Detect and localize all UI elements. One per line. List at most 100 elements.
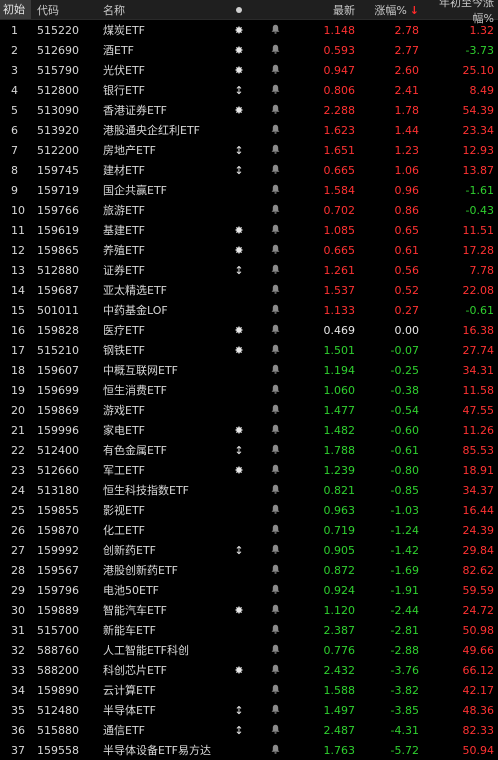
bell-icon[interactable] <box>257 664 293 677</box>
bell-icon[interactable] <box>257 624 293 637</box>
table-row[interactable]: 10 159766 旅游ETF 0.702 0.86 -0.43 <box>0 200 498 220</box>
bell-icon[interactable] <box>257 204 293 217</box>
table-row[interactable]: 21 159996 家电ETF ✸ 1.482 -0.60 11.26 <box>0 420 498 440</box>
column-header-mark[interactable] <box>221 3 257 16</box>
change-percent: -0.60 <box>390 423 419 437</box>
bell-icon[interactable] <box>257 544 293 557</box>
table-row[interactable]: 7 512200 房地产ETF ↕ 1.651 1.23 12.93 <box>0 140 498 160</box>
column-header-change[interactable]: 涨幅% ↓ <box>355 2 419 18</box>
bell-icon[interactable] <box>257 44 293 57</box>
bell-icon[interactable] <box>257 744 293 757</box>
bell-icon[interactable] <box>257 144 293 157</box>
table-row[interactable]: 25 159855 影视ETF 0.963 -1.03 16.44 <box>0 500 498 520</box>
table-row[interactable]: 16 159828 医疗ETF ✸ 0.469 0.00 16.38 <box>0 320 498 340</box>
bell-icon[interactable] <box>257 344 293 357</box>
ytd-change-percent: 24.39 <box>462 523 495 537</box>
bell-icon[interactable] <box>257 244 293 257</box>
bell-icon[interactable] <box>257 424 293 437</box>
bell-icon[interactable] <box>257 524 293 537</box>
bell-icon[interactable] <box>257 184 293 197</box>
table-row[interactable]: 33 588200 科创芯片ETF ✸ 2.432 -3.76 66.12 <box>0 660 498 680</box>
table-row[interactable]: 22 512400 有色金属ETF ↕ 1.788 -0.61 85.53 <box>0 440 498 460</box>
row-index: 16 <box>11 323 25 337</box>
table-row[interactable]: 18 159607 中概互联网ETF 1.194 -0.25 34.31 <box>0 360 498 380</box>
table-row[interactable]: 12 159865 养殖ETF ✸ 0.665 0.61 17.28 <box>0 240 498 260</box>
bell-icon[interactable] <box>257 224 293 237</box>
change-percent: 0.56 <box>394 263 420 277</box>
bell-icon[interactable] <box>257 164 293 177</box>
latest-price: 2.387 <box>323 623 356 637</box>
table-row[interactable]: 32 588760 人工智能ETF科创 0.776 -2.88 49.66 <box>0 640 498 660</box>
table-row[interactable]: 4 512800 银行ETF ↕ 0.806 2.41 8.49 <box>0 80 498 100</box>
table-row[interactable]: 9 159719 国企共赢ETF 1.584 0.96 -1.61 <box>0 180 498 200</box>
column-header-ytd-change[interactable]: 年初至今涨幅% <box>419 0 498 26</box>
bell-icon[interactable] <box>257 64 293 77</box>
bell-icon[interactable] <box>257 264 293 277</box>
latest-price: 0.806 <box>323 83 356 97</box>
bell-icon[interactable] <box>257 464 293 477</box>
bell-icon[interactable] <box>257 324 293 337</box>
bell-icon[interactable] <box>257 24 293 37</box>
table-row[interactable]: 26 159870 化工ETF 0.719 -1.24 24.39 <box>0 520 498 540</box>
table-body: 1 515220 煤炭ETF ✸ 1.148 2.78 1.32 2 512690 酒ETF ✸ 0.… <box>0 20 498 760</box>
bell-icon[interactable] <box>257 684 293 697</box>
table-row[interactable]: 14 159687 亚太精选ETF 1.537 0.52 22.08 <box>0 280 498 300</box>
table-row[interactable]: 37 159558 半导体设备ETF易方达 1.763 -5.72 50.94 <box>0 740 498 760</box>
table-row[interactable]: 11 159619 基建ETF ✸ 1.085 0.65 11.51 <box>0 220 498 240</box>
table-row[interactable]: 27 159992 创新药ETF ↕ 0.905 -1.42 29.84 <box>0 540 498 560</box>
bell-icon[interactable] <box>257 484 293 497</box>
column-header-name[interactable]: 名称 <box>103 2 221 18</box>
bell-icon[interactable] <box>257 104 293 117</box>
initial-sort-button[interactable]: 初始 <box>0 0 31 19</box>
ytd-change-percent: -3.73 <box>465 43 494 57</box>
table-row[interactable]: 34 159890 云计算ETF 1.588 -3.82 42.17 <box>0 680 498 700</box>
table-row[interactable]: 5 513090 香港证券ETF ✸ 2.288 1.78 54.39 <box>0 100 498 120</box>
bell-icon[interactable] <box>257 364 293 377</box>
bell-icon[interactable] <box>257 124 293 137</box>
table-row[interactable]: 15 501011 中药基金LOF 1.133 0.27 -0.61 <box>0 300 498 320</box>
bell-icon[interactable] <box>257 584 293 597</box>
table-row[interactable]: 19 159699 恒生消费ETF 1.060 -0.38 11.58 <box>0 380 498 400</box>
table-row[interactable]: 6 513920 港股通央企红利ETF 1.623 1.44 23.34 <box>0 120 498 140</box>
table-row[interactable]: 31 515700 新能车ETF 2.387 -2.81 50.98 <box>0 620 498 640</box>
table-row[interactable]: 24 513180 恒生科技指数ETF 0.821 -0.85 34.37 <box>0 480 498 500</box>
column-header-price[interactable]: 最新 <box>293 2 355 18</box>
bell-icon[interactable] <box>257 644 293 657</box>
table-row[interactable]: 29 159796 电池50ETF 0.924 -1.91 59.59 <box>0 580 498 600</box>
bell-icon[interactable] <box>257 84 293 97</box>
latest-price: 0.821 <box>323 483 356 497</box>
table-row[interactable]: 13 512880 证券ETF ↕ 1.261 0.56 7.78 <box>0 260 498 280</box>
fund-code: 588760 <box>37 643 79 657</box>
bell-icon[interactable] <box>257 504 293 517</box>
bell-icon[interactable] <box>257 704 293 717</box>
table-row[interactable]: 3 515790 光伏ETF ✸ 0.947 2.60 25.10 <box>0 60 498 80</box>
table-row[interactable]: 23 512660 军工ETF ✸ 1.239 -0.80 18.91 <box>0 460 498 480</box>
bell-icon[interactable] <box>257 304 293 317</box>
table-row[interactable]: 28 159567 港股创新药ETF 0.872 -1.69 82.62 <box>0 560 498 580</box>
bell-icon[interactable] <box>257 404 293 417</box>
bell-icon[interactable] <box>257 564 293 577</box>
column-header-code[interactable]: 代码 <box>37 2 103 18</box>
bell-icon[interactable] <box>257 444 293 457</box>
sparkle-icon: ✸ <box>234 23 244 37</box>
bell-icon[interactable] <box>257 724 293 737</box>
table-row[interactable]: 8 159745 建材ETF ↕ 0.665 1.06 13.87 <box>0 160 498 180</box>
change-percent: -1.91 <box>390 583 419 597</box>
table-row[interactable]: 20 159869 游戏ETF 1.477 -0.54 47.55 <box>0 400 498 420</box>
table-row[interactable]: 36 515880 通信ETF ↕ 2.487 -4.31 82.33 <box>0 720 498 740</box>
table-row[interactable]: 17 515210 钢铁ETF ✸ 1.501 -0.07 27.74 <box>0 340 498 360</box>
fund-code: 159890 <box>37 683 79 697</box>
bell-icon[interactable] <box>257 384 293 397</box>
table-row[interactable]: 1 515220 煤炭ETF ✸ 1.148 2.78 1.32 <box>0 20 498 40</box>
change-percent: -2.81 <box>390 623 419 637</box>
table-row[interactable]: 30 159889 智能汽车ETF ✸ 1.120 -2.44 24.72 <box>0 600 498 620</box>
fund-name: 云计算ETF <box>103 684 156 697</box>
bell-icon[interactable] <box>257 284 293 297</box>
row-index: 15 <box>11 303 25 317</box>
fund-name: 光伏ETF <box>103 64 145 77</box>
table-row[interactable]: 35 512480 半导体ETF ↕ 1.497 -3.85 48.36 <box>0 700 498 720</box>
row-index: 25 <box>11 503 25 517</box>
table-row[interactable]: 2 512690 酒ETF ✸ 0.593 2.77 -3.73 <box>0 40 498 60</box>
bell-icon[interactable] <box>257 604 293 617</box>
change-percent: -3.82 <box>390 683 419 697</box>
